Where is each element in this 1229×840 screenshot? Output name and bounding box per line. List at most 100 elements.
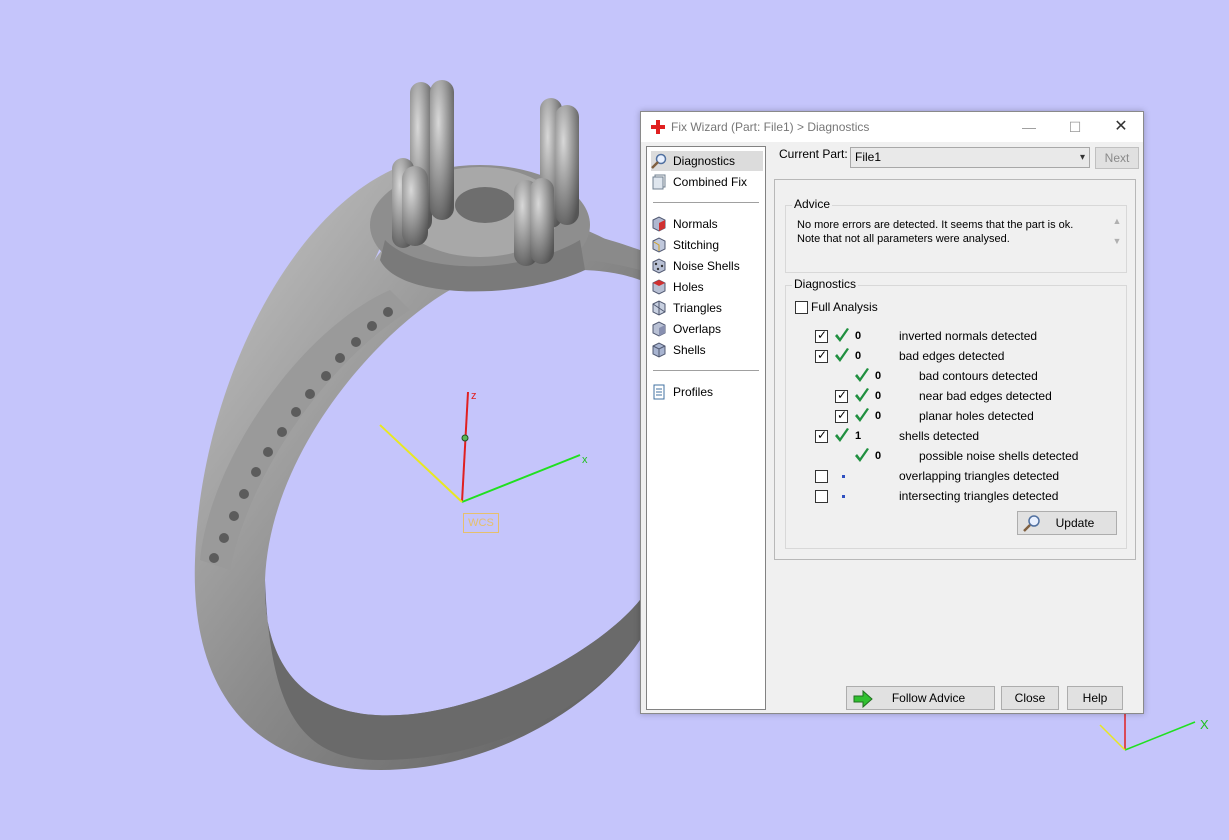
diagnostic-label: bad contours detected [919,369,1038,383]
nav-item-label: Combined Fix [673,175,748,189]
not-analysed-dot [842,475,845,478]
holes-cube-icon [652,279,666,295]
diagnostic-count: 0 [875,410,882,422]
advice-title: Advice [792,197,833,211]
small-x-axis-label: X [1200,717,1209,732]
help-button[interactable]: Help [1067,686,1123,710]
green-arrow-icon [853,690,873,708]
nav-item-label: Stitching [673,238,720,252]
magnifier-icon [651,153,667,169]
diagnostic-label: intersecting triangles detected [899,489,1059,503]
diagnostics-title: Diagnostics [792,277,859,291]
diagnostic-checkbox[interactable] [835,408,848,423]
nav-item-label: Diagnostics [673,154,736,168]
nav-item-shells[interactable]: Shells [651,340,763,360]
nav-item-label: Holes [673,280,704,294]
wizard-nav: Diagnostics Combined Fix Normals Stitchi… [646,146,766,710]
diagnostic-count: 0 [875,390,882,402]
diagnostic-label: near bad edges detected [919,389,1052,403]
window-title: Fix Wizard (Part: File1) > Diagnostics [671,120,870,134]
follow-advice-button[interactable]: Follow Advice [846,686,995,710]
diagnostic-checkbox[interactable] [835,388,848,403]
fix-wizard-window: Fix Wizard (Part: File1) > Diagnostics —… [640,111,1144,714]
diagnostics-panel: Advice No more errors are detected. It s… [774,179,1136,560]
diagnostics-group: Diagnostics Full Analysis 0 inverted norm… [785,277,1127,549]
diagnostic-count: 0 [875,370,882,382]
full-analysis-checkbox[interactable] [795,301,808,314]
diagnostic-label: inverted normals detected [899,329,1038,343]
green-check-icon [835,348,849,362]
not-analysed-dot [842,495,845,498]
diagnostic-count: 0 [875,450,882,462]
nav-item-label: Shells [673,343,706,357]
diagnostic-label: bad edges detected [899,349,1005,363]
update-label: Update [1055,516,1095,530]
update-button[interactable]: Update [1017,511,1117,535]
current-part-value: File1 [855,150,882,164]
nav-item-noise-shells[interactable]: Noise Shells [651,256,763,276]
normals-cube-icon [652,216,666,232]
green-check-icon [855,408,869,422]
green-check-icon [855,388,869,402]
nav-item-diagnostics[interactable]: Diagnostics [651,151,763,171]
diagnostic-count: 1 [855,430,862,442]
close-button[interactable]: Close [1001,686,1059,710]
green-check-icon [855,368,869,382]
nav-item-label: Profiles [673,385,714,399]
nav-item-triangles[interactable]: Triangles [651,298,763,318]
current-part-select[interactable]: File1 ▾ [850,147,1090,168]
diagnostic-checkbox[interactable] [815,348,828,363]
overlaps-cube-icon [652,321,666,337]
diagnostic-label: overlapping triangles detected [899,469,1060,483]
nav-item-holes[interactable]: Holes [651,277,763,297]
noise-shells-cube-icon [652,258,666,274]
full-analysis-label: Full Analysis [811,300,878,314]
diagnostic-checkbox[interactable] [815,428,828,443]
wcs-label: WCS [463,513,499,533]
advice-text: No more errors are detected. It seems th… [795,215,1115,265]
stitching-cube-icon [652,237,666,253]
green-check-icon [835,428,849,442]
diagnostic-count: 0 [855,330,862,342]
current-part-label: Current Part: [779,147,848,161]
follow-advice-label: Follow Advice [891,691,966,705]
nav-item-label: Triangles [673,301,722,315]
title-bar[interactable]: Fix Wizard (Part: File1) > Diagnostics —… [641,112,1143,142]
nav-item-label: Normals [673,217,718,231]
nav-divider [653,370,759,371]
diagnostic-label: shells detected [899,429,980,443]
minimize-button[interactable]: — [1007,112,1051,142]
red-cross-icon [651,120,665,134]
advice-scrollbar[interactable]: ▲ ▼ [1110,216,1124,264]
nav-item-normals[interactable]: Normals [651,214,763,234]
triangles-cube-icon [652,300,666,316]
diagnostic-label: possible noise shells detected [919,449,1079,463]
advice-line-1: No more errors are detected. It seems th… [797,219,1074,231]
magnifier-icon [1023,515,1040,532]
diagnostic-checkbox[interactable] [815,490,828,503]
shells-cube-icon [652,342,666,358]
z-axis-label: z [471,390,477,402]
advice-line-2: Note that not all parameters were analys… [797,233,1010,245]
chevron-down-icon: ▾ [1079,152,1085,163]
diagnostic-label: planar holes detected [919,409,1034,423]
green-check-icon [835,328,849,342]
diagnostic-checkbox[interactable] [815,328,828,343]
nav-item-label: Overlaps [673,322,722,336]
x-axis-label: x [582,454,588,466]
nav-item-combined-fix[interactable]: Combined Fix [651,172,763,192]
pages-icon [652,174,666,190]
maximize-button[interactable]: ☐ [1053,112,1097,142]
close-window-button[interactable]: ✕ [1099,112,1143,142]
nav-item-profiles[interactable]: Profiles [651,382,763,402]
diagnostic-count: 0 [855,350,862,362]
next-button[interactable]: Next [1095,147,1139,169]
nav-divider [653,202,759,203]
diagnostic-checkbox[interactable] [815,470,828,483]
nav-item-stitching[interactable]: Stitching [651,235,763,255]
nav-item-overlaps[interactable]: Overlaps [651,319,763,339]
nav-item-label: Noise Shells [673,259,740,273]
advice-group: Advice No more errors are detected. It s… [785,197,1127,273]
green-check-icon [855,448,869,462]
document-icon [653,384,665,400]
